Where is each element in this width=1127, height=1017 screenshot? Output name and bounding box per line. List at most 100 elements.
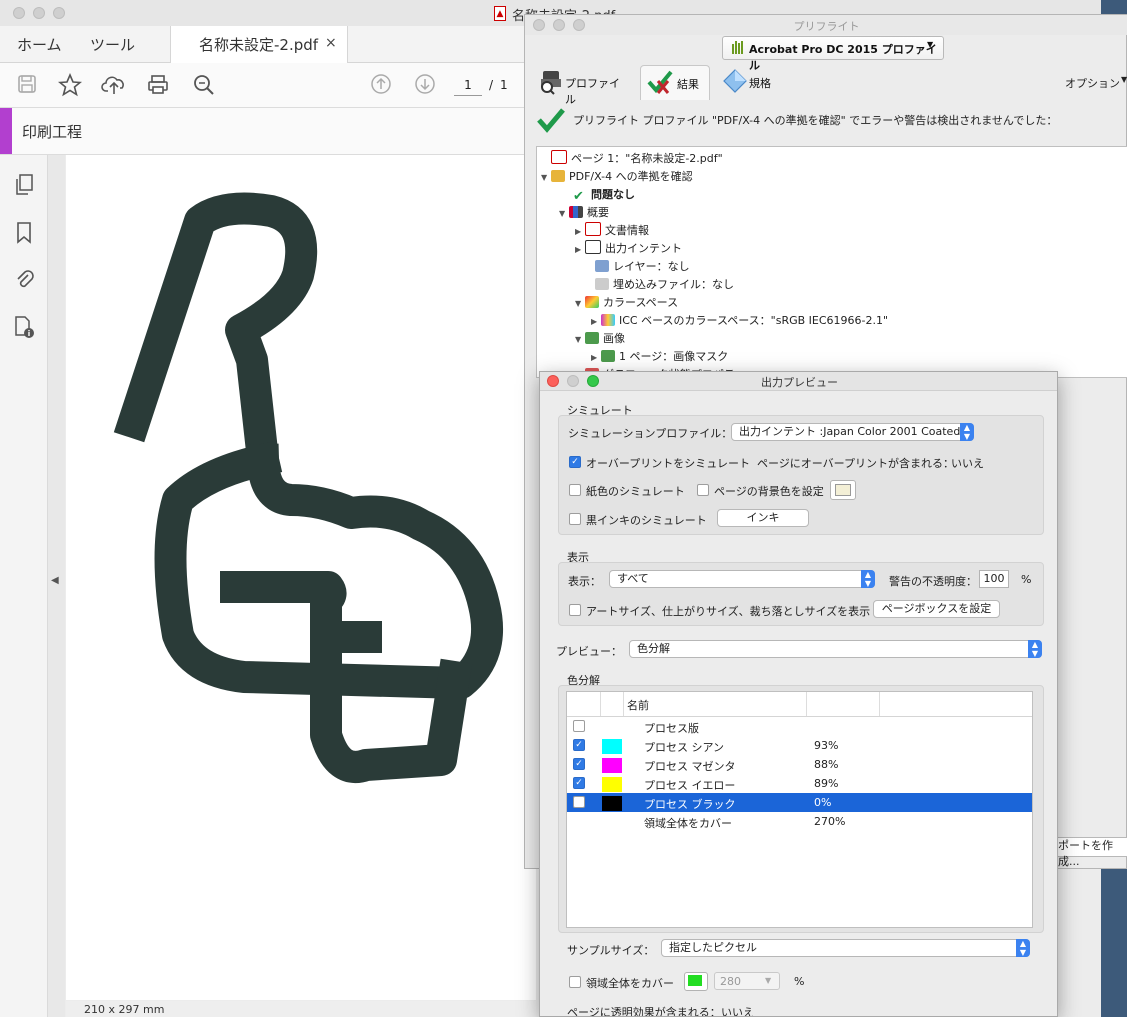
preview-title: 出力プレビュー <box>761 376 838 389</box>
simulate-overprint-checkbox[interactable]: ✓ <box>569 456 581 468</box>
tree-item[interactable]: ▼ カラースペース <box>575 294 678 312</box>
separation-row[interactable]: 領域全体をカバー 270% <box>567 812 1032 831</box>
separation-checkbox[interactable]: ✓ <box>573 758 585 770</box>
profile-select[interactable]: Acrobat Pro DC 2015 プロファイル ▼ <box>722 36 944 72</box>
image-icon <box>601 350 615 362</box>
tree-item[interactable]: ページ 1："名称未設定-2.pdf" <box>541 150 723 168</box>
minimize-window-button[interactable] <box>33 7 45 19</box>
chevron-down-icon: ▼ <box>765 976 772 985</box>
layers-icon <box>595 260 609 272</box>
overview-icon <box>569 206 583 218</box>
simulation-profile-select[interactable]: 出力インテント :Japan Color 2001 Coated ▲ ▼ <box>731 423 974 441</box>
separation-row[interactable]: ✓ プロセス シアン 93% <box>567 736 1032 755</box>
next-page-icon[interactable] <box>412 73 438 99</box>
sample-size-select[interactable]: 指定したピクセル ▲ ▼ <box>661 939 1030 957</box>
tree-item[interactable]: レイヤー：なし <box>585 258 690 276</box>
warning-opacity-percent: % <box>1021 573 1032 586</box>
column-name-header[interactable]: 名前 <box>627 697 649 713</box>
page-size-label: 210 x 297 mm <box>84 1003 165 1016</box>
print-icon[interactable] <box>145 73 171 99</box>
tab-standards[interactable]: 規格 <box>721 65 791 99</box>
tree-item[interactable]: ✔ 問題なし <box>563 186 635 204</box>
options-chevron-icon[interactable]: ▼ <box>1121 75 1127 84</box>
simulate-section: シミュレーションプロファイル： 出力インテント :Japan Color 200… <box>558 415 1044 535</box>
tree-item[interactable]: ▶ 出力インテント <box>575 240 682 258</box>
simulate-black-ink-label: 黒インキのシミュレート <box>586 514 707 527</box>
page-thumbnails-icon[interactable] <box>10 173 38 201</box>
coverage-color-button[interactable] <box>684 972 708 991</box>
tree-item[interactable]: ▼ PDF/X-4 への準拠を確認 <box>541 168 693 186</box>
select-stepper-icon: ▲ ▼ <box>1028 640 1042 658</box>
page-number-input[interactable]: 1 <box>454 75 482 96</box>
close-tab-icon[interactable]: × <box>325 35 337 51</box>
zoom-search-icon[interactable] <box>191 73 217 99</box>
separation-row[interactable]: ✓ プロセス イエロー 89% <box>567 774 1032 793</box>
doc-info-icon <box>585 222 601 236</box>
separation-row[interactable]: プロセス版 <box>567 717 1032 736</box>
tab-results[interactable]: 結果 <box>640 65 710 100</box>
attachments-icon[interactable] <box>10 267 38 295</box>
save-icon[interactable] <box>14 73 40 99</box>
show-page-boxes-checkbox[interactable] <box>569 604 581 616</box>
set-page-boxes-button[interactable]: ページボックスを設定 <box>873 600 1000 618</box>
tab-standards-label: 規格 <box>749 77 771 90</box>
show-select-value: すべて <box>617 572 649 585</box>
total-coverage-checkbox[interactable] <box>569 976 581 988</box>
page-bg-label: ページの背景色を設定 <box>714 485 824 498</box>
page-bg-checkbox[interactable] <box>697 484 709 496</box>
output-intent-icon <box>585 240 601 254</box>
coverage-value-combo[interactable]: 280 ▼ <box>714 972 780 990</box>
warning-opacity-label: 警告の不透明度： <box>889 575 977 588</box>
select-stepper-icon: ▲ ▼ <box>960 423 974 441</box>
cloud-upload-icon[interactable] <box>101 73 127 99</box>
tree-item[interactable]: 埋め込みファイル：なし <box>585 276 734 294</box>
collapse-arrow-icon[interactable]: ◀ <box>51 575 59 586</box>
tab-home[interactable]: ホーム <box>17 34 62 55</box>
separation-checkbox[interactable]: ✓ <box>573 739 585 751</box>
bookmarks-icon[interactable] <box>10 221 38 249</box>
separation-checkbox[interactable] <box>573 796 585 808</box>
separation-checkbox[interactable] <box>573 720 585 732</box>
tab-profiles[interactable]: プロファイル <box>533 65 629 106</box>
zoom-window-button[interactable] <box>53 7 65 19</box>
ink-manager-button[interactable]: インキ <box>717 509 809 527</box>
separation-row[interactable]: プロセス ブラック 0% <box>567 793 1032 812</box>
handwritten-drawing <box>113 192 503 783</box>
pdf-icon: ▲ <box>494 6 506 21</box>
create-report-button[interactable]: ポートを作成... <box>1053 837 1127 868</box>
simulate-paper-checkbox[interactable] <box>569 484 581 496</box>
document-properties-icon[interactable] <box>10 315 38 343</box>
show-select[interactable]: すべて ▲ ▼ <box>609 570 875 588</box>
bookmark-star-icon[interactable] <box>57 72 83 99</box>
separation-color-swatch <box>602 796 622 811</box>
status-bar: 210 x 297 mm <box>66 1001 536 1017</box>
tab-document[interactable]: 名称未設定-2.pdf × <box>170 26 348 63</box>
preview-select[interactable]: 色分解 ▲ ▼ <box>629 640 1042 658</box>
select-stepper-icon: ▲ ▼ <box>1016 939 1030 957</box>
options-menu[interactable]: オプション <box>1065 75 1120 91</box>
page-bg-color-button[interactable] <box>830 480 856 500</box>
coverage-value: 280 <box>720 975 741 988</box>
tree-item[interactable]: ▶ 文書情報 <box>575 222 649 240</box>
result-bar: プリフライト プロファイル "PDF/X-4 への準拠を確認" でエラーや警告は… <box>535 101 1127 145</box>
tab-tools[interactable]: ツール <box>90 34 135 55</box>
separations-table[interactable]: 名前 プロセス版 ✓ プロセス シアン 93% ✓ プロセス マゼンタ 88% ✓ プロセス イ… <box>566 691 1033 928</box>
tree-item[interactable]: ▼ 概要 <box>559 204 609 222</box>
preflight-titlebar: プリフライト <box>525 15 1127 35</box>
separation-row[interactable]: ✓ プロセス マゼンタ 88% <box>567 755 1032 774</box>
previous-page-icon[interactable] <box>368 73 394 99</box>
show-page-boxes-label: アートサイズ、仕上がりサイズ、裁ち落としサイズを表示 <box>586 605 871 618</box>
transparency-label: ページに透明効果が含まれる： <box>567 1006 721 1017</box>
tree-item[interactable]: ▶ ICC ベースのカラースペース："sRGB IEC61966-2.1" <box>591 312 888 330</box>
results-tree[interactable]: ページ 1："名称未設定-2.pdf" ▼ PDF/X-4 への準拠を確認 ✔ 問題… <box>536 146 1127 378</box>
pane-splitter[interactable]: ◀ <box>48 155 65 1017</box>
tree-item[interactable]: ▼ 画像 <box>575 330 625 348</box>
close-window-button[interactable] <box>13 7 25 19</box>
page-separator: / <box>489 78 494 92</box>
tree-item[interactable]: ▶ 1 ページ：画像マスク <box>591 348 728 366</box>
warning-opacity-input[interactable]: 100 <box>979 570 1009 588</box>
simulate-black-ink-checkbox[interactable] <box>569 513 581 525</box>
separation-checkbox[interactable]: ✓ <box>573 777 585 789</box>
icc-icon <box>601 314 615 326</box>
preview-label: プレビュー： <box>556 645 622 658</box>
